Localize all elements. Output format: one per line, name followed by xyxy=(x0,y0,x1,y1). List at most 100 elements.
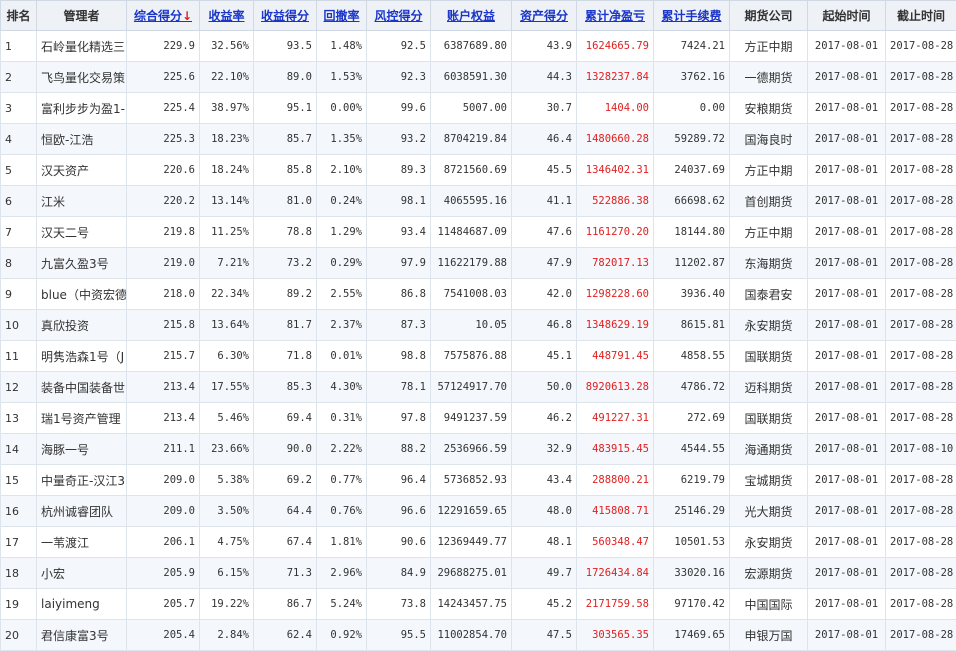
composite-score-cell: 219.8 xyxy=(127,217,200,248)
table-row[interactable]: 9blue（中资宏德218.022.34%89.22.55%86.8754100… xyxy=(1,279,956,310)
rank-cell: 5 xyxy=(1,155,37,186)
return-score-cell: 95.1 xyxy=(254,93,317,124)
col-return-rate-header[interactable]: 收益率 xyxy=(200,1,254,31)
account-equity-cell: 9491237.59 xyxy=(431,403,512,434)
total-fees-cell: 3762.16 xyxy=(654,62,730,93)
manager-name-cell[interactable]: 中量奇正-汉江3 xyxy=(37,465,127,496)
col-start-header: 起始时间 xyxy=(808,1,886,31)
manager-name-cell[interactable]: 真欣投资 xyxy=(37,310,127,341)
return-score-cell: 86.7 xyxy=(254,589,317,620)
total-fees-cell: 6219.79 xyxy=(654,465,730,496)
manager-name-cell[interactable]: 汉天资产 xyxy=(37,155,127,186)
composite-score-cell: 220.2 xyxy=(127,186,200,217)
net-pnl-cell: 1726434.84 xyxy=(577,558,654,589)
table-row[interactable]: 10真欣投资215.813.64%81.72.37%87.310.0546.81… xyxy=(1,310,956,341)
table-row[interactable]: 17一苇渡江206.14.75%67.41.81%90.612369449.77… xyxy=(1,527,956,558)
broker-name-cell: 东海期货 xyxy=(730,248,808,279)
return-score-cell: 85.3 xyxy=(254,372,317,403)
return-rate-cell: 38.97% xyxy=(200,93,254,124)
risk-score-cell: 78.1 xyxy=(367,372,431,403)
manager-name-cell[interactable]: 装备中国装备世 xyxy=(37,372,127,403)
table-row[interactable]: 14海豚一号211.123.66%90.02.22%88.22536966.59… xyxy=(1,434,956,465)
table-row[interactable]: 4恒欧-江浩225.318.23%85.71.35%93.28704219.84… xyxy=(1,124,956,155)
manager-name-cell[interactable]: 瑞1号资产管理 xyxy=(37,403,127,434)
composite-score-cell: 206.1 xyxy=(127,527,200,558)
net-pnl-cell: 782017.13 xyxy=(577,248,654,279)
manager-name-cell[interactable]: 杭州诚睿团队 xyxy=(37,496,127,527)
return-score-cell: 71.8 xyxy=(254,341,317,372)
table-row[interactable]: 6江米220.213.14%81.00.24%98.14065595.1641.… xyxy=(1,186,956,217)
drawdown-rate-cell: 0.00% xyxy=(317,93,367,124)
col-risk-score-header[interactable]: 风控得分 xyxy=(367,1,431,31)
table-row[interactable]: 13瑞1号资产管理213.45.46%69.40.31%97.89491237.… xyxy=(1,403,956,434)
return-score-cell: 64.4 xyxy=(254,496,317,527)
end-date-cell: 2017-08-28 xyxy=(886,124,956,155)
asset-score-cell: 50.0 xyxy=(512,372,577,403)
col-net-pnl-header[interactable]: 累计净盈亏 xyxy=(577,1,654,31)
manager-name-cell[interactable]: 九富久盈3号 xyxy=(37,248,127,279)
table-row[interactable]: 18小宏205.96.15%71.32.96%84.929688275.0149… xyxy=(1,558,956,589)
manager-name-cell[interactable]: laiyimeng xyxy=(37,589,127,620)
manager-name-cell[interactable]: 飞鸟量化交易策 xyxy=(37,62,127,93)
rank-cell: 13 xyxy=(1,403,37,434)
asset-score-cell: 41.1 xyxy=(512,186,577,217)
risk-score-cell: 73.8 xyxy=(367,589,431,620)
col-equity-header[interactable]: 账户权益 xyxy=(431,1,512,31)
manager-name-cell[interactable]: 汉天二号 xyxy=(37,217,127,248)
risk-score-cell: 92.5 xyxy=(367,31,431,62)
broker-name-cell: 首创期货 xyxy=(730,186,808,217)
manager-name-cell[interactable]: 小宏 xyxy=(37,558,127,589)
table-row[interactable]: 12装备中国装备世213.417.55%85.34.30%78.15712491… xyxy=(1,372,956,403)
account-equity-cell: 10.05 xyxy=(431,310,512,341)
table-row[interactable]: 2飞鸟量化交易策225.622.10%89.01.53%92.36038591.… xyxy=(1,62,956,93)
manager-name-cell[interactable]: 恒欧-江浩 xyxy=(37,124,127,155)
composite-score-cell: 219.0 xyxy=(127,248,200,279)
drawdown-rate-cell: 0.29% xyxy=(317,248,367,279)
table-row[interactable]: 15中量奇正-汉江3209.05.38%69.20.77%96.45736852… xyxy=(1,465,956,496)
manager-name-cell[interactable]: 海豚一号 xyxy=(37,434,127,465)
account-equity-cell: 5736852.93 xyxy=(431,465,512,496)
col-fees-header[interactable]: 累计手续费 xyxy=(654,1,730,31)
drawdown-rate-cell: 5.24% xyxy=(317,589,367,620)
manager-name-cell[interactable]: 富利步步为盈1- xyxy=(37,93,127,124)
manager-name-cell[interactable]: 石岭量化精选三 xyxy=(37,31,127,62)
risk-score-cell: 86.8 xyxy=(367,279,431,310)
composite-score-cell: 215.7 xyxy=(127,341,200,372)
table-row[interactable]: 3富利步步为盈1-225.438.97%95.10.00%99.65007.00… xyxy=(1,93,956,124)
table-row[interactable]: 8九富久盈3号219.07.21%73.20.29%97.911622179.8… xyxy=(1,248,956,279)
manager-name-cell[interactable]: 明隽浩森1号（J xyxy=(37,341,127,372)
manager-name-cell[interactable]: 一苇渡江 xyxy=(37,527,127,558)
end-date-cell: 2017-08-28 xyxy=(886,310,956,341)
broker-name-cell: 永安期货 xyxy=(730,310,808,341)
composite-score-cell: 225.4 xyxy=(127,93,200,124)
end-date-cell: 2017-08-28 xyxy=(886,248,956,279)
drawdown-rate-cell: 4.30% xyxy=(317,372,367,403)
broker-name-cell: 永安期货 xyxy=(730,527,808,558)
table-row[interactable]: 5汉天资产220.618.24%85.82.10%89.38721560.694… xyxy=(1,155,956,186)
total-fees-cell: 33020.16 xyxy=(654,558,730,589)
table-row[interactable]: 16杭州诚睿团队209.03.50%64.40.76%96.612291659.… xyxy=(1,496,956,527)
composite-score-cell: 205.9 xyxy=(127,558,200,589)
end-date-cell: 2017-08-28 xyxy=(886,31,956,62)
table-row[interactable]: 11明隽浩森1号（J215.76.30%71.80.01%98.87575876… xyxy=(1,341,956,372)
drawdown-rate-cell: 0.77% xyxy=(317,465,367,496)
start-date-cell: 2017-08-01 xyxy=(808,248,886,279)
manager-name-cell[interactable]: 江米 xyxy=(37,186,127,217)
col-composite-score-header[interactable]: 综合得分↓ xyxy=(127,1,200,31)
broker-name-cell: 光大期货 xyxy=(730,496,808,527)
table-row[interactable]: 1石岭量化精选三229.932.56%93.51.48%92.56387689.… xyxy=(1,31,956,62)
table-row[interactable]: 7汉天二号219.811.25%78.81.29%93.411484687.09… xyxy=(1,217,956,248)
total-fees-cell: 272.69 xyxy=(654,403,730,434)
return-rate-cell: 6.15% xyxy=(200,558,254,589)
broker-name-cell: 中国国际 xyxy=(730,589,808,620)
col-return-score-header[interactable]: 收益得分 xyxy=(254,1,317,31)
start-date-cell: 2017-08-01 xyxy=(808,93,886,124)
manager-name-cell[interactable]: blue（中资宏德 xyxy=(37,279,127,310)
account-equity-cell: 6387689.80 xyxy=(431,31,512,62)
drawdown-rate-cell: 1.35% xyxy=(317,124,367,155)
table-row[interactable]: 19laiyimeng205.719.22%86.75.24%73.814243… xyxy=(1,589,956,620)
risk-score-cell: 99.6 xyxy=(367,93,431,124)
return-score-cell: 67.4 xyxy=(254,527,317,558)
col-asset-score-header[interactable]: 资产得分 xyxy=(512,1,577,31)
col-drawdown-header[interactable]: 回撤率 xyxy=(317,1,367,31)
